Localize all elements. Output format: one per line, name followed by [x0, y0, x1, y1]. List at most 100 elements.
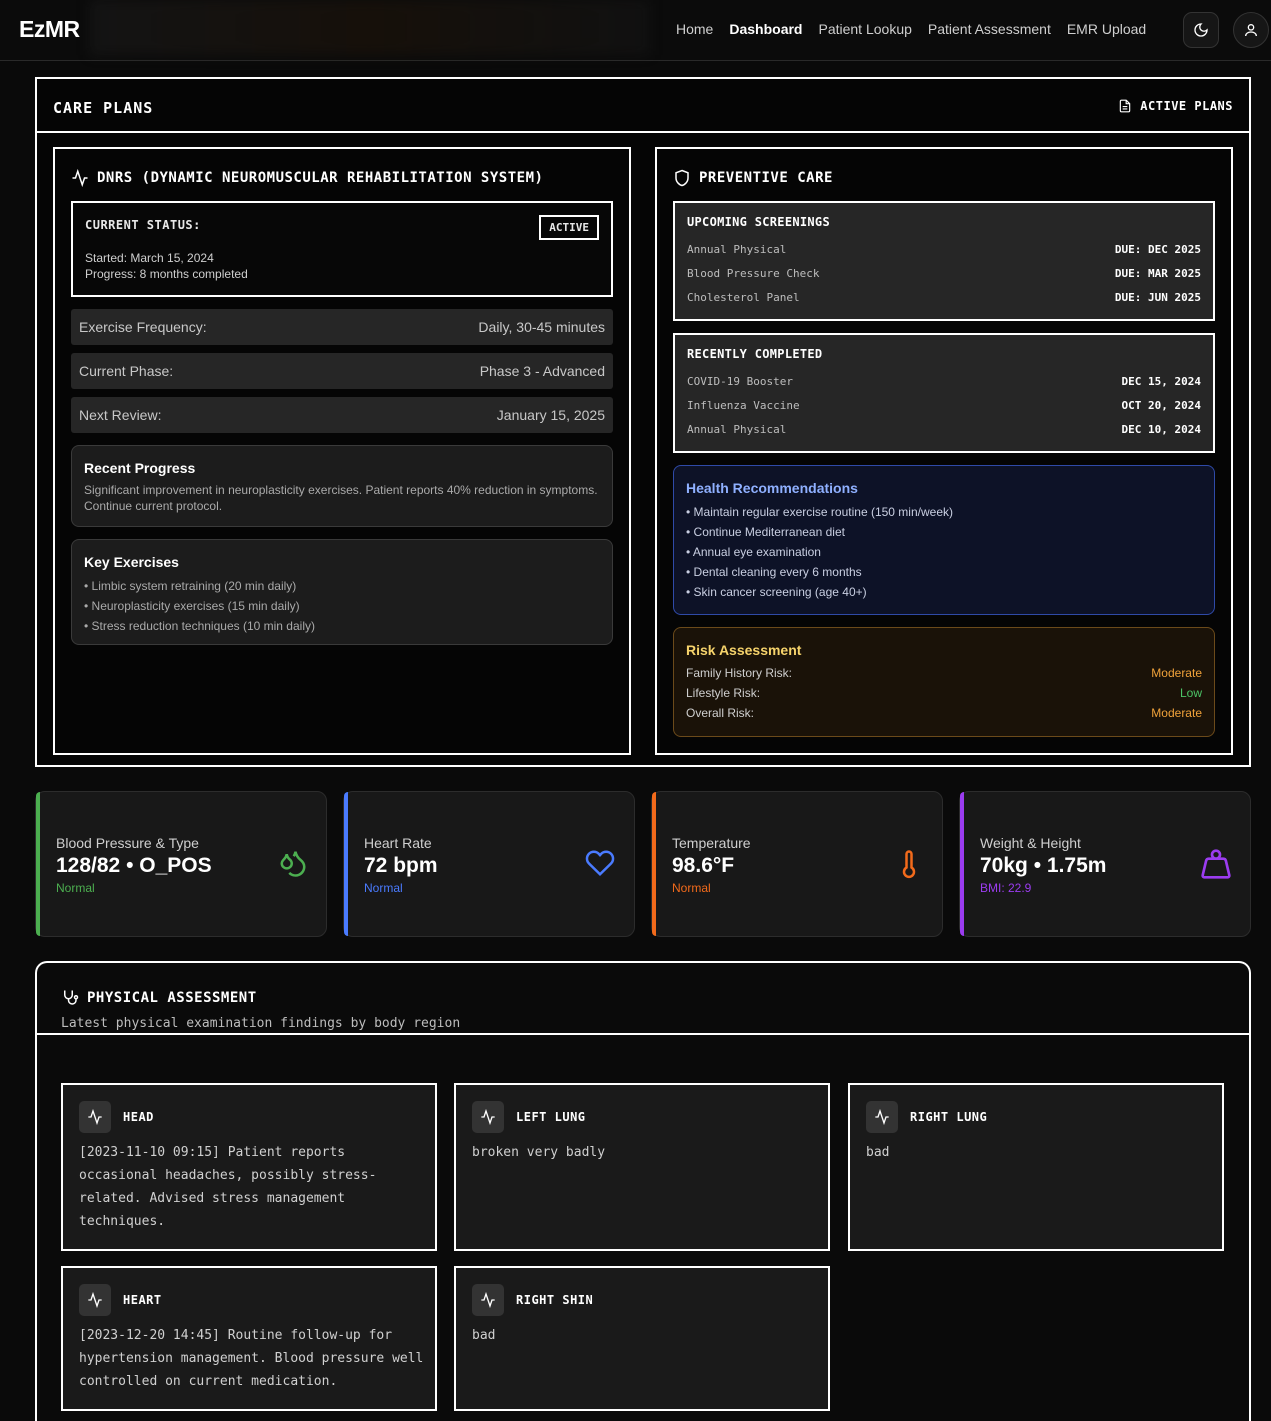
vital-label: Weight & Height [980, 835, 1081, 851]
care-plans-title: CARE PLANS [53, 99, 154, 117]
nav-link-emr-upload[interactable]: EMR Upload [1067, 21, 1146, 37]
nav-link-dashboard[interactable]: Dashboard [729, 21, 802, 37]
user-menu-button[interactable] [1233, 12, 1269, 48]
completed-row: Annual Physical DEC 10, 2024 [687, 417, 1201, 441]
dnrs-title-text: DNRS (DYNAMIC NEUROMUSCULAR REHABILITATI… [97, 170, 544, 186]
risk-value: Low [1179, 686, 1202, 700]
region-icon-box [79, 1101, 111, 1133]
active-plans-text: ACTIVE PLANS [1140, 99, 1233, 113]
app-logo[interactable]: EzMR [19, 16, 80, 43]
vital-status: Normal [364, 881, 403, 895]
recent-progress-text: Significant improvement in neuroplastici… [84, 483, 598, 513]
region-notes: bad [472, 1328, 496, 1343]
region-header: RIGHT SHIN [472, 1284, 593, 1316]
region-name: LEFT LUNG [516, 1110, 586, 1124]
vital-card-weight-height: Weight & Height 70kg • 1.75m BMI: 22.9 [959, 791, 1251, 937]
row-label: Exercise Frequency: [79, 319, 207, 335]
exercise-item: • Limbic system retraining (20 min daily… [84, 579, 297, 593]
row-label: Next Review: [79, 407, 162, 423]
nav-backdrop [90, 0, 650, 55]
risk-value: Moderate [1151, 666, 1202, 680]
activity-icon [72, 169, 88, 187]
key-exercises-card: Key Exercises • Limbic system retraining… [71, 539, 613, 645]
recommendation-item: • Continue Mediterranean diet [686, 525, 845, 539]
active-plans-label[interactable]: ACTIVE PLANS [1118, 99, 1233, 113]
screening-due: DUE: JUN 2025 [1114, 290, 1201, 304]
physical-assessment-title-text: PHYSICAL ASSESSMENT [87, 990, 257, 1006]
care-plans-section: CARE PLANS ACTIVE PLANS DNRS (DYNAMIC NE… [35, 77, 1251, 767]
completed-name: COVID-19 Booster [687, 374, 793, 388]
status-badge: ACTIVE [539, 215, 599, 240]
screening-row: Blood Pressure Check DUE: MAR 2025 [687, 261, 1201, 285]
dnrs-panel: DNRS (DYNAMIC NEUROMUSCULAR REHABILITATI… [53, 147, 631, 755]
vital-status: Normal [56, 881, 95, 895]
screening-due: DUE: MAR 2025 [1114, 266, 1201, 280]
region-header: LEFT LUNG [472, 1101, 586, 1133]
row-value: Daily, 30-45 minutes [478, 319, 605, 335]
risk-assessment-card: Risk Assessment Family History Risk: Mode… [673, 627, 1215, 737]
vital-accent-bar [652, 792, 656, 936]
vital-card-temperature: Temperature 98.6°F Normal [651, 791, 943, 937]
nav-link-patient-lookup[interactable]: Patient Lookup [818, 21, 911, 37]
status-label: CURRENT STATUS: [85, 218, 201, 232]
activity-icon [88, 1292, 102, 1308]
risk-value: Moderate [1151, 706, 1202, 720]
stethoscope-icon [64, 990, 79, 1005]
started-date: Started: March 15, 2024 [85, 251, 214, 265]
vital-label: Heart Rate [364, 835, 432, 851]
completed-date: DEC 10, 2024 [1121, 422, 1201, 436]
region-icon-box [866, 1101, 898, 1133]
nav-link-home[interactable]: Home [676, 21, 713, 37]
vital-accent-bar [344, 792, 348, 936]
theme-toggle-button[interactable] [1183, 12, 1219, 48]
recommendation-item: • Maintain regular exercise routine (150… [686, 505, 953, 519]
progress-text: Progress: 8 months completed [85, 267, 248, 281]
physical-assessment-section: PHYSICAL ASSESSMENT Latest physical exam… [35, 961, 1251, 1421]
region-header: HEAD [79, 1101, 154, 1133]
nav-link-patient-assessment[interactable]: Patient Assessment [928, 21, 1051, 37]
activity-icon [481, 1292, 495, 1308]
risk-label: Overall Risk: [686, 706, 755, 720]
screening-due: DUE: DEC 2025 [1114, 242, 1201, 256]
row-label: Current Phase: [79, 363, 174, 379]
completed-row: Influenza Vaccine OCT 20, 2024 [687, 393, 1201, 417]
physical-assessment-subtitle: Latest physical examination findings by … [61, 1016, 461, 1031]
recommendation-item: • Skin cancer screening (age 40+) [686, 585, 867, 599]
recent-progress-card: Recent Progress Significant improvement … [71, 445, 613, 527]
physical-assessment-title: PHYSICAL ASSESSMENT [61, 989, 257, 1007]
screening-name: Cholesterol Panel [687, 290, 800, 304]
key-exercises-title: Key Exercises [84, 554, 179, 570]
risk-row: Overall Risk: Moderate [686, 706, 1202, 726]
screening-row: Cholesterol Panel DUE: JUN 2025 [687, 285, 1201, 309]
region-header: RIGHT LUNG [866, 1101, 987, 1133]
completed-date: DEC 15, 2024 [1121, 374, 1201, 388]
recently-completed-box: RECENTLY COMPLETED COVID-19 Booster DEC 1… [673, 333, 1215, 453]
exercise-item: • Neuroplasticity exercises (15 min dail… [84, 599, 300, 613]
current-phase-row: Current Phase: Phase 3 - Advanced [71, 353, 613, 389]
recent-progress-title: Recent Progress [84, 460, 196, 476]
preventive-care-title: PREVENTIVE CARE [673, 169, 833, 187]
risk-label: Lifestyle Risk: [686, 686, 761, 700]
recently-completed-title: RECENTLY COMPLETED [687, 347, 823, 361]
completed-row: COVID-19 Booster DEC 15, 2024 [687, 369, 1201, 393]
vital-accent-bar [36, 792, 40, 936]
region-card-head: HEAD [2023-11-10 09:15] Patient reports … [61, 1083, 437, 1251]
upcoming-screenings-box: UPCOMING SCREENINGS Annual Physical DUE: … [673, 201, 1215, 321]
vital-label: Blood Pressure & Type [56, 835, 199, 851]
vital-label: Temperature [672, 835, 751, 851]
health-recommendations-title: Health Recommendations [686, 480, 858, 496]
health-recommendations-card: Health Recommendations • Maintain regula… [673, 465, 1215, 615]
row-value: Phase 3 - Advanced [479, 363, 605, 379]
recommendation-item: • Dental cleaning every 6 months [686, 565, 862, 579]
vital-value: 72 bpm [364, 854, 438, 877]
completed-name: Influenza Vaccine [687, 398, 800, 412]
region-name: HEAD [123, 1110, 154, 1124]
screening-name: Annual Physical [687, 242, 787, 256]
completed-date: OCT 20, 2024 [1121, 398, 1201, 412]
region-icon-box [472, 1101, 504, 1133]
region-name: RIGHT SHIN [516, 1293, 594, 1307]
vital-value: 98.6°F [672, 854, 735, 877]
weight-icon [1201, 849, 1231, 879]
exercise-item: • Stress reduction techniques (10 min da… [84, 619, 315, 633]
recommendation-item: • Annual eye examination [686, 545, 821, 559]
